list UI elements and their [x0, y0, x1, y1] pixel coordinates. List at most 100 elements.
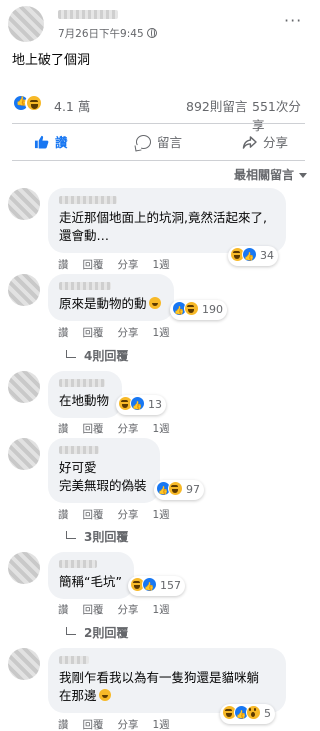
commenter-name-redacted[interactable]	[59, 379, 105, 387]
comment-reaction-summary[interactable]: 97	[154, 480, 204, 500]
comment-reaction-summary[interactable]: 190	[170, 300, 227, 320]
post-header: 7月26日下午9:45 ···	[8, 6, 308, 42]
comment-actions: 讚 回覆 分享 1週	[58, 421, 184, 436]
reply-arrow-icon	[66, 531, 76, 539]
comment-reaction-summary[interactable]: 5	[220, 704, 275, 724]
replies-label: 2則回覆	[84, 626, 129, 640]
divider	[12, 123, 305, 124]
post-meta: 7月26日下午9:45	[58, 26, 157, 41]
comment-bubble: 在地動物	[48, 371, 122, 418]
comment-like-link[interactable]: 讚	[58, 423, 69, 435]
comment-reply-link[interactable]: 回覆	[83, 509, 104, 521]
comment-actions: 讚 回覆 分享 1週	[58, 325, 184, 340]
reply-arrow-icon	[66, 627, 76, 635]
view-replies-link[interactable]: 2則回覆	[66, 624, 128, 641]
comment-reaction-count: 13	[148, 398, 162, 411]
commenter-avatar[interactable]	[8, 274, 40, 306]
comment-text-line2: 完美無瑕的偽裝	[59, 478, 147, 493]
commenter-name-redacted[interactable]	[59, 196, 117, 204]
comment-bubble: 好可愛 完美無瑕的偽裝	[48, 438, 160, 503]
haha-reaction-icon	[184, 301, 199, 316]
comment-time[interactable]: 1週	[153, 604, 170, 616]
comment-like-link[interactable]: 讚	[58, 259, 69, 271]
haha-reaction-icon	[168, 481, 183, 496]
comment-text-line1: 好可愛	[59, 460, 97, 475]
commenter-name-redacted[interactable]	[59, 282, 111, 290]
commenter-avatar[interactable]	[8, 648, 40, 680]
thumbs-up-icon	[34, 135, 49, 149]
comment-bubble: 簡稱“毛坑”	[48, 552, 134, 599]
post-text: 地上破了個洞	[12, 53, 91, 68]
comment-reply-link[interactable]: 回覆	[83, 719, 104, 731]
commenter-name-redacted[interactable]	[59, 560, 97, 568]
reaction-icons[interactable]	[12, 92, 43, 112]
comment-reply-link[interactable]: 回覆	[83, 259, 104, 271]
comment-actions: 讚 回覆 分享 1週	[58, 507, 184, 522]
commenter-name-redacted[interactable]	[59, 446, 99, 454]
author-avatar[interactable]	[8, 6, 44, 42]
view-replies-link[interactable]: 4則回覆	[66, 347, 128, 364]
reply-arrow-icon	[66, 350, 76, 358]
commenter-avatar[interactable]	[8, 438, 40, 470]
commenter-avatar[interactable]	[8, 552, 40, 584]
more-options-button[interactable]: ···	[284, 13, 308, 34]
commenter-avatar[interactable]	[8, 188, 40, 220]
like-button-label: 讚	[55, 135, 68, 150]
comment-count[interactable]: 892則留言	[186, 96, 247, 115]
sort-label: 最相關留言	[233, 168, 294, 182]
like-reaction-icon	[242, 247, 257, 266]
comment-time[interactable]: 1週	[153, 327, 170, 339]
author-name-redacted[interactable]	[58, 10, 118, 19]
post-time[interactable]: 7月26日下午9:45	[58, 28, 144, 40]
caret-down-icon	[299, 173, 307, 178]
divider	[12, 160, 305, 161]
comment-like-link[interactable]: 讚	[58, 604, 69, 616]
comment-share-link[interactable]: 分享	[118, 327, 139, 339]
comment-reaction-summary[interactable]: 13	[116, 395, 166, 415]
comment-time[interactable]: 1週	[153, 423, 170, 435]
comment-like-link[interactable]: 讚	[58, 327, 69, 339]
comment-reply-link[interactable]: 回覆	[83, 423, 104, 435]
comment-sort-dropdown[interactable]: 最相關留言	[234, 166, 307, 183]
comment-like-link[interactable]: 讚	[58, 719, 69, 731]
like-reaction-icon	[142, 577, 157, 596]
comment-text: 走近那個地面上的坑洞,竟然活起來了,還會動…	[59, 210, 267, 243]
comment-share-link[interactable]: 分享	[118, 719, 139, 731]
comment-reply-link[interactable]: 回覆	[83, 604, 104, 616]
comment-button-label: 留言	[157, 135, 183, 150]
comment-reaction-count: 5	[264, 707, 271, 720]
comment-reply-link[interactable]: 回覆	[83, 327, 104, 339]
comment-time[interactable]: 1週	[153, 719, 170, 731]
comment-actions: 讚 回覆 分享 1週	[58, 257, 184, 272]
comment-share-link[interactable]: 分享	[118, 509, 139, 521]
action-bar: 讚 留言 分享	[12, 126, 305, 160]
comment-time[interactable]: 1週	[153, 259, 170, 271]
globe-icon	[146, 28, 157, 38]
replies-label: 3則回覆	[84, 530, 129, 544]
comment-share-link[interactable]: 分享	[118, 259, 139, 271]
comment-reaction-count: 97	[186, 483, 200, 496]
comment-reaction-count: 34	[260, 249, 274, 262]
comment-reaction-count: 190	[202, 303, 223, 316]
view-replies-link[interactable]: 3則回覆	[66, 528, 128, 545]
like-button[interactable]: 讚	[34, 132, 68, 151]
reaction-count[interactable]: 4.1 萬	[54, 96, 90, 115]
comment-like-link[interactable]: 讚	[58, 509, 69, 521]
comment-reaction-count: 157	[160, 579, 181, 592]
commenter-avatar[interactable]	[8, 371, 40, 403]
grinning-emoji-icon	[148, 297, 161, 309]
comment-button[interactable]: 留言	[136, 132, 182, 151]
comment-reaction-summary[interactable]: 34	[228, 246, 278, 266]
comment-share-link[interactable]: 分享	[118, 604, 139, 616]
share-button[interactable]: 分享	[242, 132, 288, 151]
comment-bubble: 走近那個地面上的坑洞,竟然活起來了,還會動…	[48, 188, 286, 253]
comment-time[interactable]: 1週	[153, 509, 170, 521]
haha-reaction-icon	[25, 93, 43, 112]
commenter-name-redacted[interactable]	[59, 656, 89, 664]
comment-reaction-summary[interactable]: 157	[128, 576, 185, 596]
comment-text-line1: 我剛乍看我以為有一隻狗還是貓咪躺	[59, 670, 260, 685]
comment-share-link[interactable]: 分享	[118, 423, 139, 435]
comment-text: 在地動物	[59, 393, 110, 408]
share-arrow-icon	[242, 136, 257, 149]
wow-reaction-icon	[246, 705, 261, 720]
